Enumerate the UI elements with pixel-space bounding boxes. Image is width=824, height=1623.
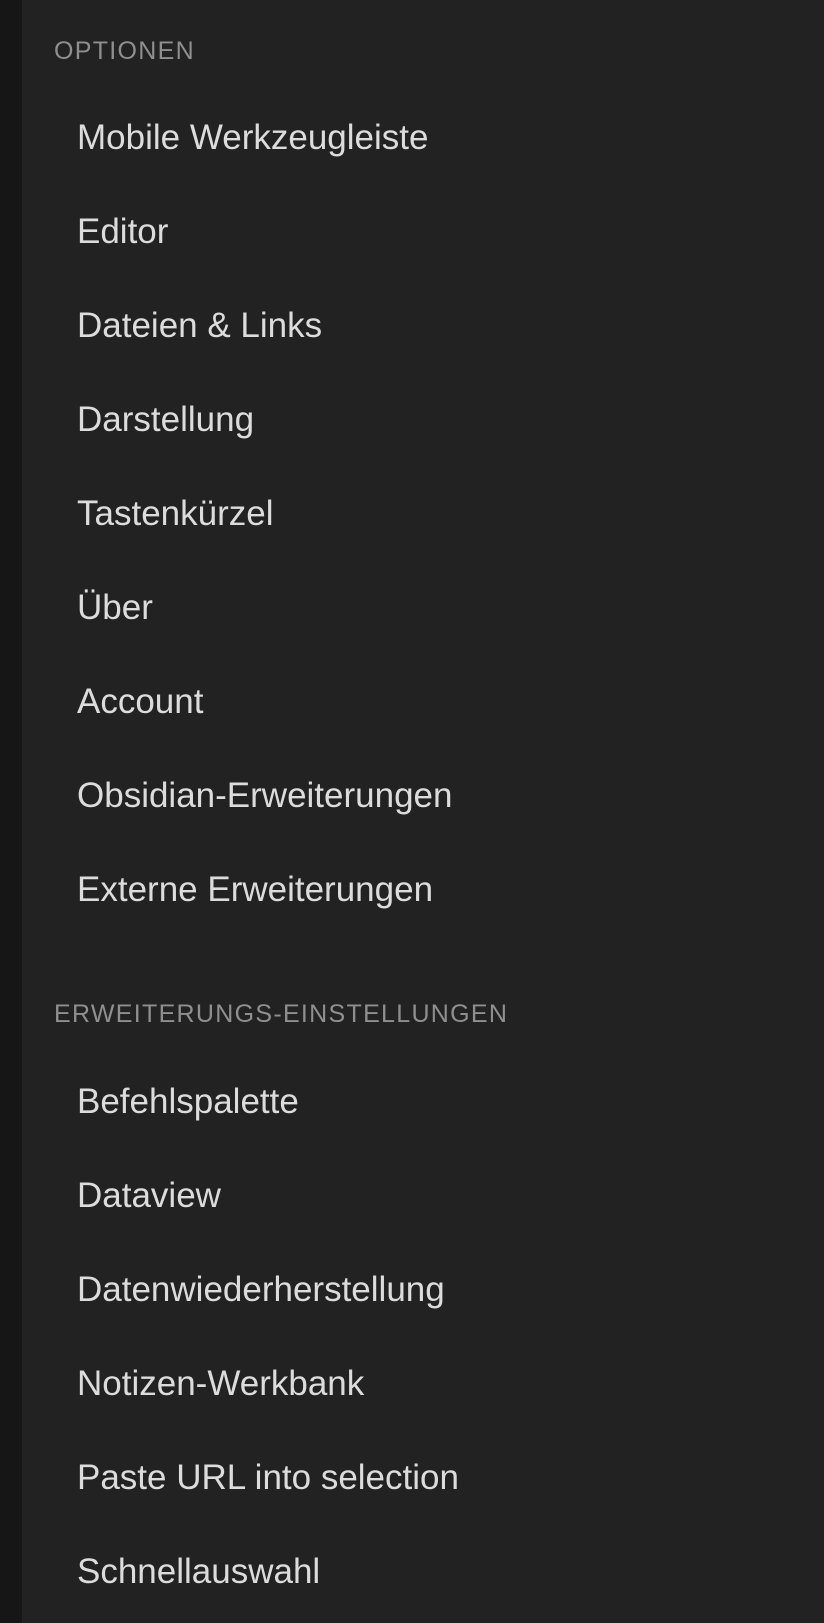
sidebar-item-dateien-links[interactable]: Dateien & Links [22,279,824,373]
sidebar-item-label: Dateien & Links [77,306,323,345]
sidebar-item-label: Notizen-Werkbank [77,1364,365,1403]
sidebar-item-label: Schnellauswahl [77,1552,321,1591]
sidebar-item-schnellauswahl[interactable]: Schnellauswahl [22,1525,824,1619]
sidebar-item-ueber[interactable]: Über [22,561,824,655]
sidebar-item-darstellung[interactable]: Darstellung [22,373,824,467]
sidebar-item-label: Befehlspalette [77,1082,299,1121]
section-heading-erweiterungs-einstellungen: ERWEITERUNGS-EINSTELLUNGEN [54,1000,509,1028]
sidebar-item-datenwiederherstellung[interactable]: Datenwiederherstellung [22,1243,824,1337]
sidebar-item-label: Editor [77,212,169,251]
left-edge-strip [0,0,22,1623]
sidebar-item-label: Über [77,588,153,627]
sidebar-item-label: Tastenkürzel [77,494,274,533]
sidebar-item-notizen-werkbank[interactable]: Notizen-Werkbank [22,1337,824,1431]
sidebar-item-obsidian-erweiterungen[interactable]: Obsidian-Erweiterungen [22,749,824,843]
sidebar-item-tastenkuerzel[interactable]: Tastenkürzel [22,467,824,561]
sidebar-item-editor[interactable]: Editor [22,185,824,279]
sidebar-item-label: Account [77,682,204,721]
section-heading-optionen: OPTIONEN [54,37,195,65]
sidebar-item-dataview[interactable]: Dataview [22,1149,824,1243]
sidebar-item-label: Dataview [77,1176,221,1215]
sidebar-item-label: Datenwiederherstellung [77,1270,445,1309]
sidebar-item-paste-url-into-selection[interactable]: Paste URL into selection [22,1431,824,1525]
sidebar-item-account[interactable]: Account [22,655,824,749]
sidebar-item-label: Darstellung [77,400,255,439]
sidebar-item-label: Externe Erweiterungen [77,870,434,909]
sidebar-item-externe-erweiterungen[interactable]: Externe Erweiterungen [22,843,824,937]
sidebar-item-mobile-werkzeugleiste[interactable]: Mobile Werkzeugleiste [22,91,824,185]
sidebar-item-label: Mobile Werkzeugleiste [77,118,429,157]
sidebar-item-label: Obsidian-Erweiterungen [77,776,453,815]
sidebar-item-label: Paste URL into selection [77,1458,459,1497]
sidebar-item-befehlspalette[interactable]: Befehlspalette [22,1055,824,1149]
settings-sidebar: OPTIONEN Mobile Werkzeugleiste Editor Da… [22,0,824,1623]
